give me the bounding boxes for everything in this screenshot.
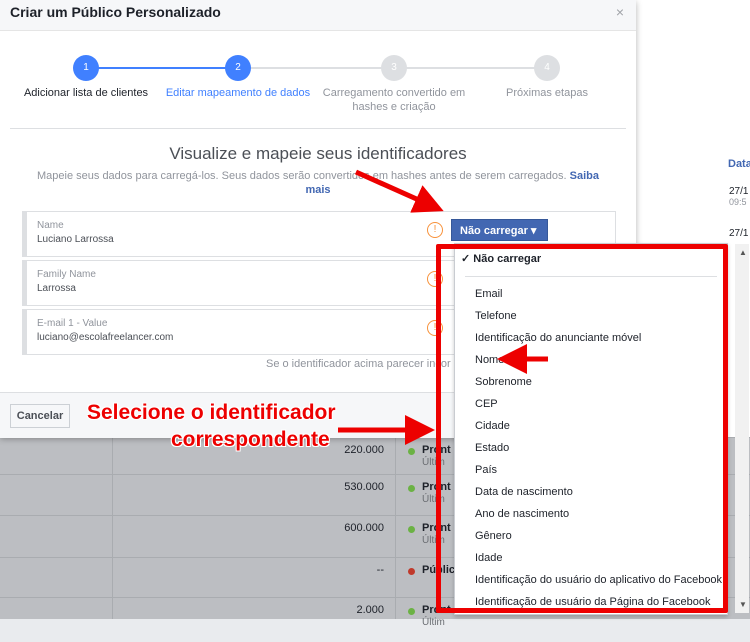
dialog-title: Criar um Público Personalizado [10,4,221,20]
identifier-label: Name [37,220,64,231]
step-1-circle: 1 [73,55,99,81]
divider [10,128,626,129]
warning-icon[interactable]: ! [427,222,443,238]
step-4-label: Próximas etapas [506,87,588,99]
date-column-header[interactable]: Data [728,158,750,170]
identifier-label: E-mail 1 - Value [37,318,108,329]
identifier-mapping-dropdown[interactable]: Não carregar ▾ [451,219,548,241]
identifier-value: Luciano Larrossa [37,234,114,245]
section-heading: Visualize e mapeie seus identificadores [169,144,467,163]
section-description: Mapeie seus dados para carregá-los. Seus… [37,170,599,196]
step-2-circle: 2 [225,55,251,81]
step-connector [86,67,238,69]
progress-stepper: 1 2 3 4 Adicionar lista de clientes Edit… [0,30,636,128]
step-3-label: Carregamento convertido em hashes e cria… [322,87,466,113]
annotation-text-line2: correspondente [171,428,330,451]
date-cell: 27/1 [729,228,749,239]
scroll-down-icon[interactable]: ▼ [739,600,747,609]
annotation-highlight-box [436,244,728,613]
hint-text: Se o identificador acima parecer incor [266,358,451,370]
dialog-header: Criar um Público Personalizado × [0,0,636,31]
close-icon[interactable]: × [616,4,624,20]
step-3-circle: 3 [381,55,407,81]
annotation-text-line1: Selecione o identificador [87,401,336,424]
identifier-value: luciano@escolafreelancer.com [37,332,174,343]
identifier-label: Family Name [37,269,96,280]
cancel-button[interactable]: Cancelar [10,404,70,428]
step-4-circle: 4 [534,55,560,81]
step-1-label: Adicionar lista de clientes [23,87,149,99]
date-cell: 27/1 09:5 [729,186,749,207]
page-scrollbar[interactable] [735,244,749,613]
identifier-value: Larrossa [37,283,76,294]
step-2-label: Editar mapeamento de dados [165,87,311,99]
scroll-up-icon[interactable]: ▲ [739,248,747,257]
